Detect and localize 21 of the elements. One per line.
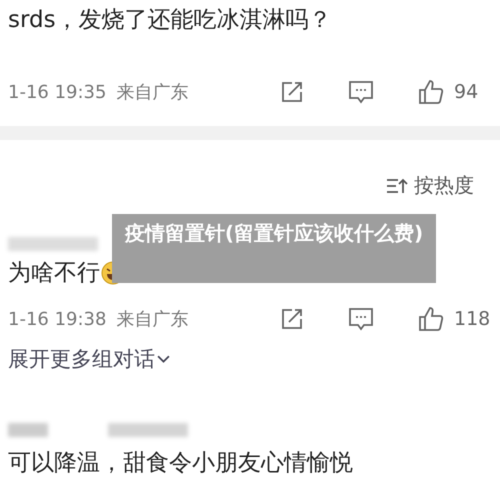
title-banner: 疫情留置针(留置针应该收什么费) (112, 214, 436, 283)
blurred-username (8, 423, 48, 437)
comment-text: 为啥不行 (8, 259, 100, 288)
thumbs-up-icon[interactable] (418, 79, 444, 105)
expand-link[interactable]: 展开更多组对话 (8, 345, 155, 373)
like-count: 118 (454, 308, 492, 330)
comment-icon[interactable] (348, 307, 374, 331)
chevron-down-icon[interactable] (157, 354, 170, 364)
share-icon[interactable] (280, 307, 304, 331)
like-count: 94 (454, 81, 480, 103)
comment-text: 可以降温，甜食令小朋友心情愉悦 (7, 449, 354, 478)
share-icon[interactable] (280, 80, 304, 104)
comment-time: 1-16 19:35 (8, 82, 106, 102)
comment-time: 1-16 19:38 (8, 308, 106, 330)
comment-text: srds，发烧了还能吃冰淇淋吗？ (7, 6, 333, 35)
comment-icon[interactable] (348, 80, 374, 104)
comment-location: 来自广东 (116, 81, 188, 104)
sort-label[interactable]: 按热度 (414, 172, 474, 199)
thumbs-up-icon[interactable] (418, 306, 444, 332)
comment-location: 来自广东 (116, 308, 188, 331)
sort-icon[interactable] (386, 176, 408, 194)
